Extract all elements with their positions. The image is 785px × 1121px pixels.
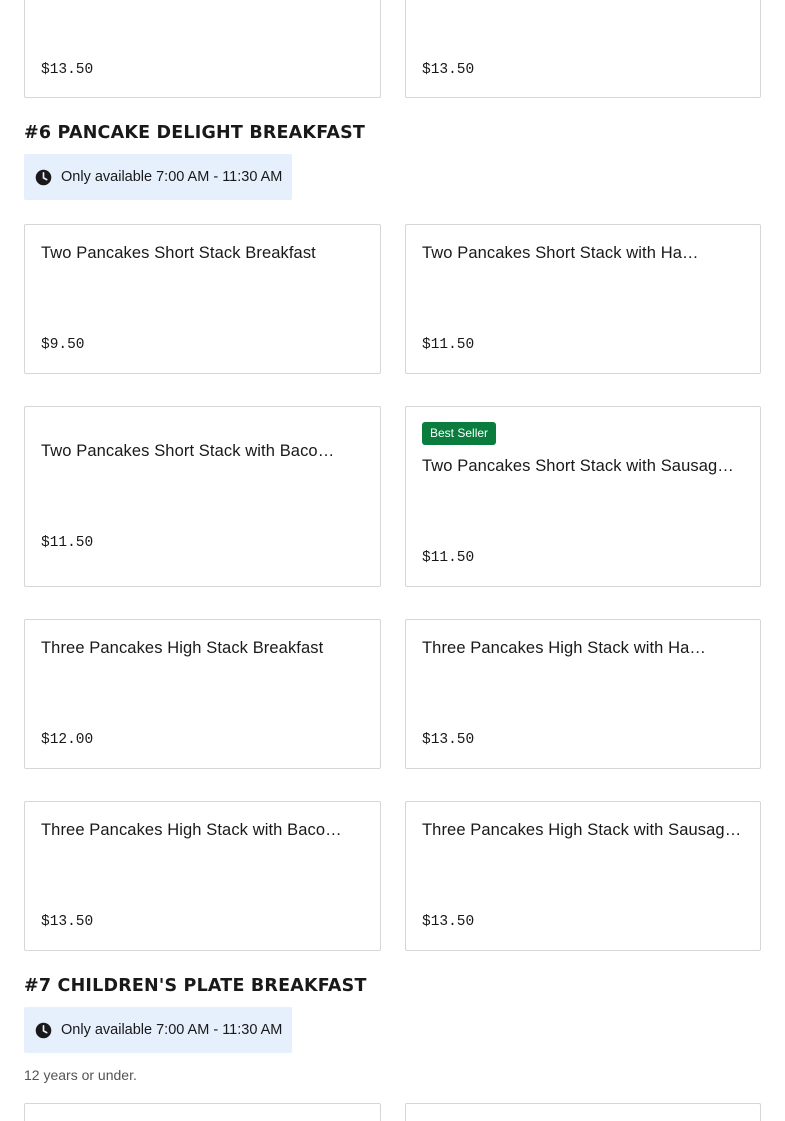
menu-item-card[interactable]: Three Pancakes High Stack with Bacon Bre… bbox=[24, 801, 381, 951]
item-name: Three Pancakes High Stack with Ham Break… bbox=[422, 639, 714, 657]
clock-icon bbox=[35, 1022, 52, 1038]
menu-item-card[interactable]: Three Pancakes High Stack with Ham Break… bbox=[405, 619, 761, 769]
item-price: $9.50 bbox=[41, 337, 85, 353]
availability-banner: Only available 7:00 AM - 11:30 AM bbox=[24, 1007, 292, 1053]
menu-item-card[interactable] bbox=[405, 1103, 761, 1121]
menu-item-card[interactable]: Two Pancakes Short Stack with Ham Breakf… bbox=[405, 224, 761, 374]
availability-banner: Only available 7:00 AM - 11:30 AM bbox=[24, 154, 292, 200]
menu-item-card[interactable]: $13.50 bbox=[405, 0, 761, 98]
item-price: $11.50 bbox=[41, 535, 94, 551]
menu-item-card[interactable]: Three Pancakes High Stack Breakfast $12.… bbox=[24, 619, 381, 769]
item-price: $13.50 bbox=[422, 914, 475, 930]
menu-item-card[interactable]: $13.50 bbox=[24, 0, 381, 98]
item-price: $13.50 bbox=[422, 62, 475, 78]
item-name: Two Pancakes Short Stack with Ham Breakf… bbox=[422, 244, 706, 262]
item-name: Three Pancakes High Stack with Bacon Bre… bbox=[41, 821, 344, 839]
section-description: 12 years or under. bbox=[24, 1067, 137, 1083]
menu-item-card[interactable] bbox=[24, 1103, 381, 1121]
menu-item-card[interactable]: Three Pancakes High Stack with Sausage B… bbox=[405, 801, 761, 951]
item-name: Three Pancakes High Stack Breakfast bbox=[41, 639, 324, 657]
item-price: $11.50 bbox=[422, 337, 475, 353]
availability-text: Only available 7:00 AM - 11:30 AM bbox=[61, 169, 283, 185]
item-price: $12.00 bbox=[41, 732, 94, 748]
item-price: $13.50 bbox=[422, 732, 475, 748]
section-title: #7 Children's Plate Breakfast bbox=[24, 976, 367, 996]
item-price: $13.50 bbox=[41, 914, 94, 930]
menu-item-card[interactable]: Two Pancakes Short Stack with Bacon Brea… bbox=[24, 406, 381, 587]
item-price: $13.50 bbox=[41, 62, 94, 78]
item-name: Two Pancakes Short Stack with Sausage Br… bbox=[422, 457, 740, 475]
item-name: Two Pancakes Short Stack Breakfast bbox=[41, 244, 316, 262]
best-seller-badge: Best Seller bbox=[422, 422, 497, 445]
section-title: #6 Pancake Delight Breakfast bbox=[24, 123, 366, 143]
item-name: Three Pancakes High Stack with Sausage B… bbox=[422, 821, 746, 839]
menu-item-card[interactable]: Two Pancakes Short Stack Breakfast $9.50 bbox=[24, 224, 381, 374]
clock-icon bbox=[35, 169, 52, 185]
item-name: Two Pancakes Short Stack with Bacon Brea… bbox=[41, 442, 336, 460]
availability-text: Only available 7:00 AM - 11:30 AM bbox=[61, 1022, 283, 1038]
item-price: $11.50 bbox=[422, 550, 475, 566]
menu-item-card[interactable]: Best Seller Two Pancakes Short Stack wit… bbox=[405, 406, 761, 587]
